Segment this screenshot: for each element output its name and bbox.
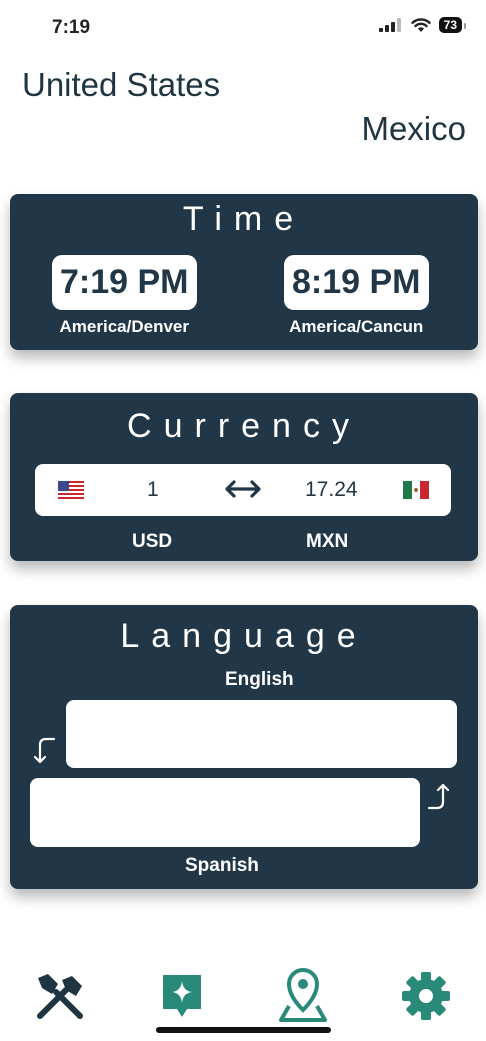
mexico-flag-icon	[403, 481, 429, 499]
to-clock: 8:19 PM America/Cancun	[284, 255, 429, 337]
time-card: Time 7:19 PM America/Denver 8:19 PM Amer…	[10, 194, 478, 350]
from-currency-code: USD	[132, 531, 173, 552]
cellular-signal-icon	[378, 18, 401, 32]
battery-indicator: 73	[438, 17, 467, 33]
to-amount-value[interactable]: 17.24	[305, 478, 358, 502]
us-flag-icon	[58, 481, 84, 499]
status-time: 7:19	[52, 17, 91, 38]
map-pin-icon	[279, 967, 327, 1022]
tab-settings[interactable]	[396, 966, 456, 1026]
to-time-display: 8:19 PM	[284, 255, 429, 310]
currency-card-title: Currency	[127, 407, 361, 445]
from-language-label: English	[225, 669, 294, 690]
to-timezone: America/Cancun	[289, 317, 424, 336]
to-country-label[interactable]: Mexico	[361, 110, 466, 148]
language-card: Language English Spanish	[10, 605, 478, 889]
sparkle-chat-icon	[163, 975, 201, 1017]
turn-down-left-arrow-icon[interactable]	[32, 735, 60, 767]
language-card-title: Language	[120, 617, 368, 655]
currency-converter: 1 17.24	[35, 464, 451, 516]
home-indicator	[156, 1027, 331, 1033]
time-card-title: Time	[182, 200, 306, 238]
from-amount-input[interactable]: 1	[147, 478, 159, 502]
status-icons: 73	[378, 17, 467, 33]
to-currency-code: MXN	[306, 531, 349, 552]
swap-arrows-icon[interactable]	[223, 476, 263, 502]
source-text-field[interactable]	[66, 700, 457, 768]
from-clock: 7:19 PM America/Denver	[52, 255, 197, 337]
from-timezone: America/Denver	[59, 317, 189, 336]
from-time-display: 7:19 PM	[52, 255, 197, 310]
status-bar: 7:19 73	[0, 0, 486, 56]
from-country-label[interactable]: United States	[22, 66, 220, 104]
currency-card: Currency 1 17.24 USD MXN	[10, 393, 478, 561]
tab-location[interactable]	[273, 966, 333, 1026]
translated-text-field[interactable]	[30, 778, 420, 847]
tab-tools[interactable]	[30, 966, 90, 1026]
gear-icon	[402, 972, 450, 1020]
tab-ai-assistant[interactable]	[152, 966, 212, 1026]
tools-icon	[37, 974, 83, 1019]
to-language-label: Spanish	[185, 855, 259, 876]
wifi-icon	[410, 17, 431, 32]
turn-up-right-arrow-icon[interactable]	[425, 780, 453, 812]
